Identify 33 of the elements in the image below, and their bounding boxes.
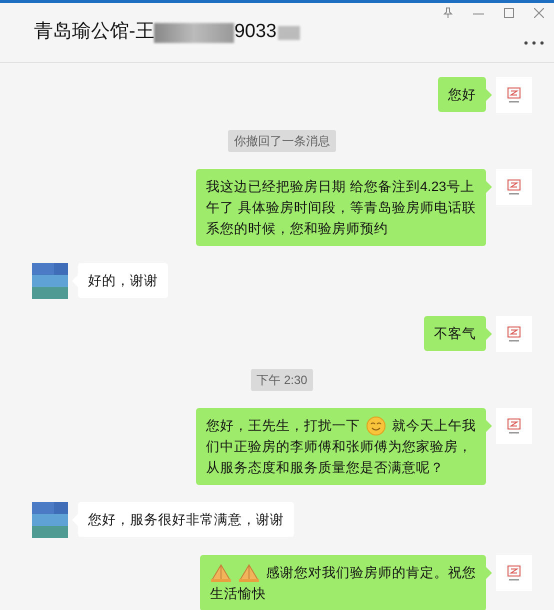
logo-icon xyxy=(507,418,521,434)
message-text: 您好，服务很好非常满意，谢谢 xyxy=(88,511,284,529)
avatar[interactable] xyxy=(496,169,532,205)
message-text: 午了 具体验房时间段，等青岛验房师电话联 xyxy=(206,199,476,217)
message-text: 好的，谢谢 xyxy=(88,272,158,290)
logo-icon xyxy=(507,87,521,103)
pin-icon[interactable] xyxy=(443,7,453,19)
message-text: 我这边已经把验房日期 给您备注到4.23号上 xyxy=(206,178,474,196)
more-icon[interactable] xyxy=(524,41,544,45)
avatar[interactable] xyxy=(496,316,532,352)
message-text: 就今天上午我 xyxy=(392,417,476,435)
message-text: 您好，王先生，打扰一下 xyxy=(206,417,360,435)
message-text: 系您的时候，您和验房师预约 xyxy=(206,220,388,238)
message-text: 不客气 xyxy=(434,325,476,343)
system-notice: 下午 2:30 xyxy=(250,369,314,391)
chat-title: 青岛瑜公馆-王 xyxy=(34,20,154,44)
avatar[interactable] xyxy=(496,408,532,444)
smile-emoji-icon xyxy=(366,416,386,436)
close-icon[interactable] xyxy=(534,8,544,18)
logo-icon xyxy=(507,179,521,195)
chat-title: 9033 xyxy=(234,20,277,44)
logo-icon xyxy=(507,326,521,342)
redaction-blur xyxy=(278,26,300,40)
message-text: 生活愉快 xyxy=(210,585,266,603)
message-text: 们中正验房的李师傅和张师傅为您家验房， xyxy=(206,438,472,456)
message-text: 从服务态度和服务质量您是否满意呢？ xyxy=(206,459,444,477)
avatar[interactable] xyxy=(496,555,532,591)
message-text: 感谢您对我们验房师的肯定。祝您 xyxy=(266,564,476,582)
maximize-icon[interactable] xyxy=(504,8,514,18)
logo-icon xyxy=(507,565,521,581)
system-notice: 你撤回了一条消息 xyxy=(228,130,336,152)
avatar[interactable] xyxy=(496,77,532,113)
message-text: 您好 xyxy=(448,86,476,104)
